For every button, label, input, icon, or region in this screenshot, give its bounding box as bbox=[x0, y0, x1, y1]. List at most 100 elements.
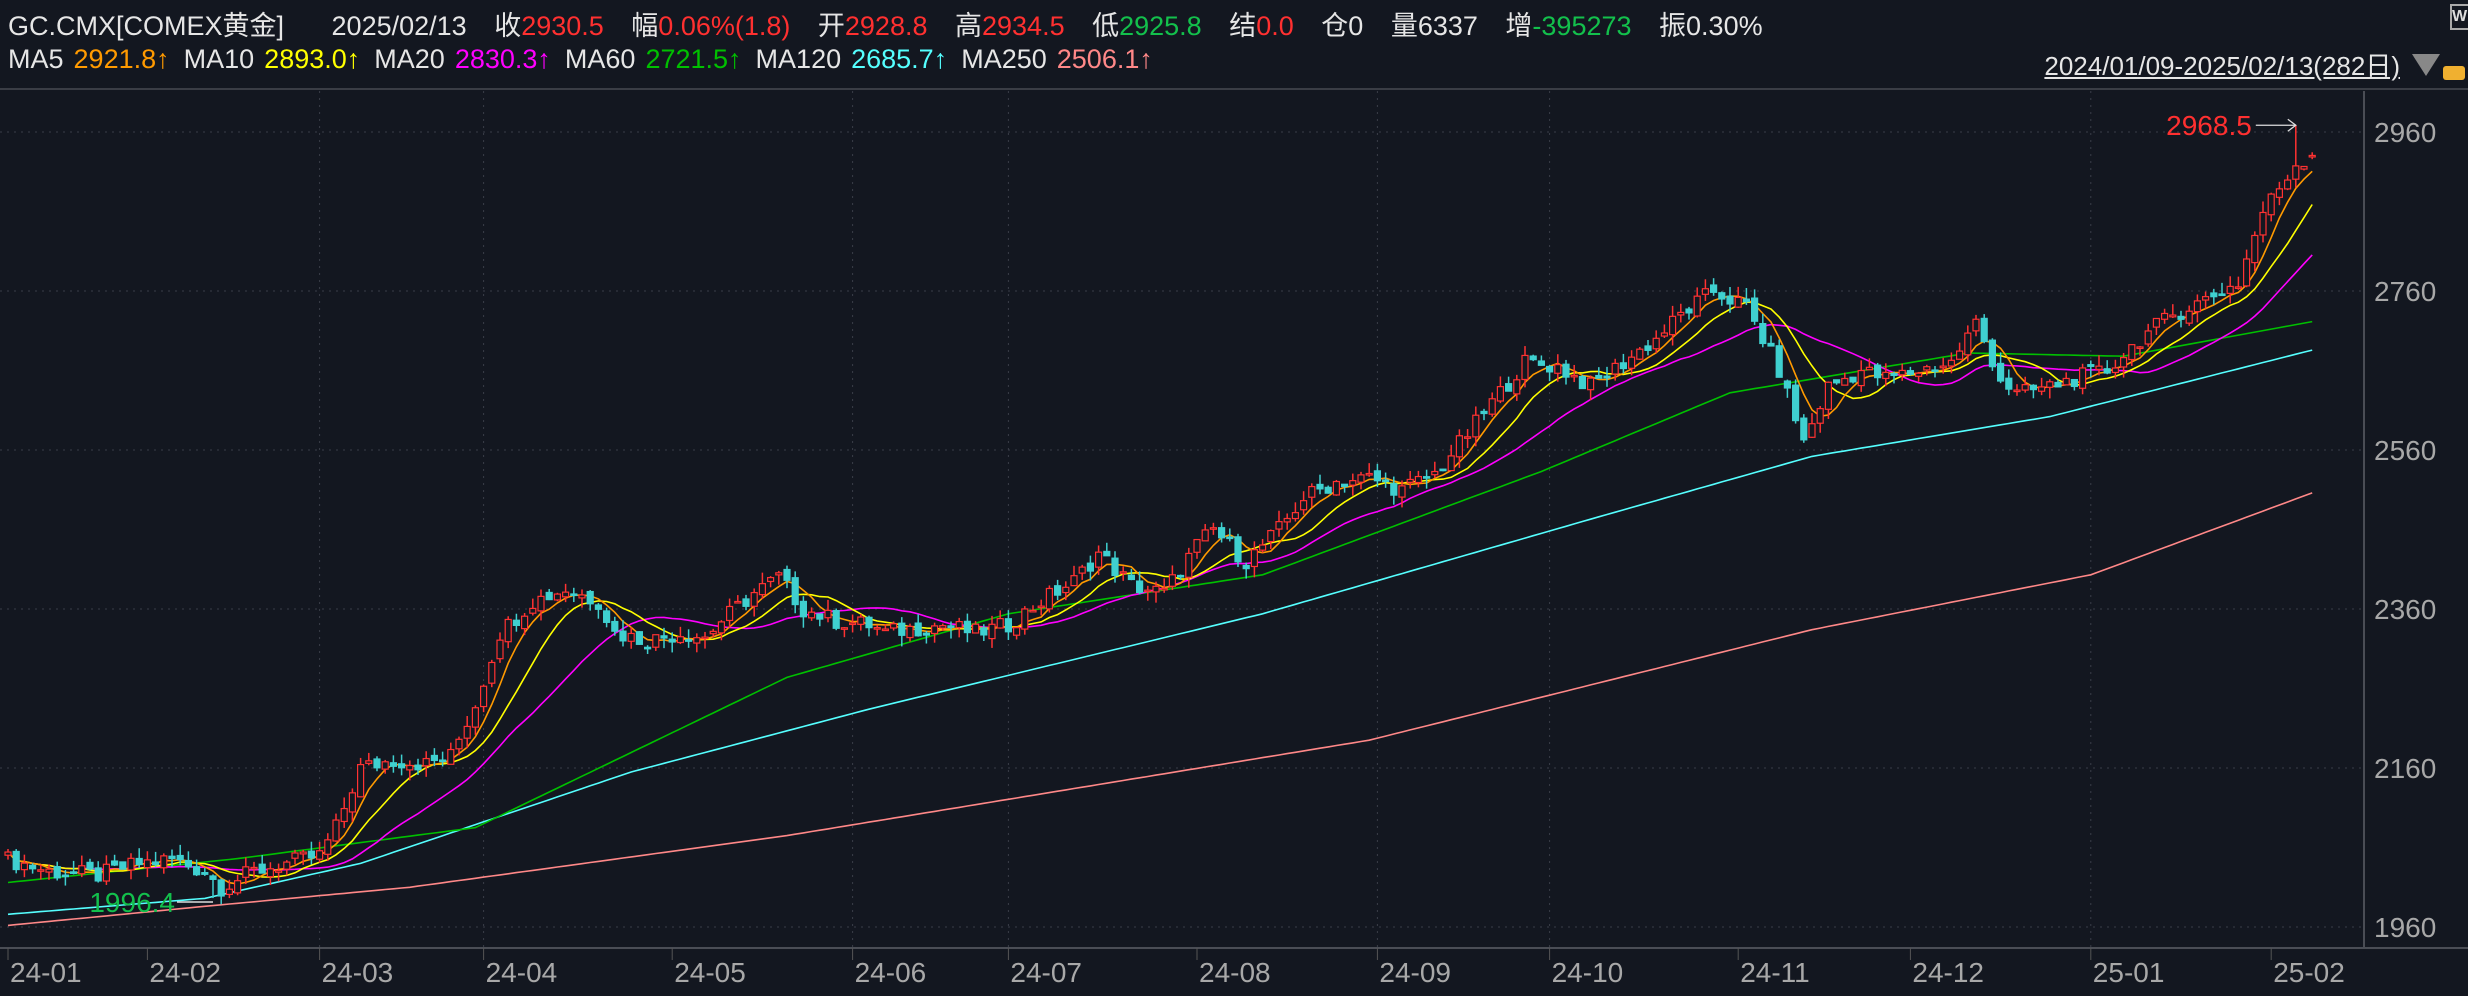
candle[interactable] bbox=[857, 613, 865, 631]
candle[interactable] bbox=[1012, 627, 1021, 640]
candle[interactable] bbox=[2185, 305, 2193, 326]
candle[interactable] bbox=[2193, 294, 2201, 323]
candle[interactable] bbox=[1332, 479, 1341, 496]
candle[interactable] bbox=[1267, 529, 1275, 549]
candle[interactable] bbox=[2267, 192, 2275, 222]
candle[interactable] bbox=[1209, 522, 1218, 535]
candle[interactable] bbox=[742, 594, 750, 611]
candle[interactable] bbox=[1578, 374, 1587, 390]
candle[interactable] bbox=[357, 757, 365, 798]
candle[interactable] bbox=[1193, 538, 1201, 559]
candle[interactable] bbox=[1504, 376, 1513, 392]
candle[interactable] bbox=[750, 588, 758, 617]
candle[interactable] bbox=[1422, 469, 1431, 489]
candle[interactable] bbox=[1037, 599, 1045, 616]
candle[interactable] bbox=[234, 874, 242, 896]
candle[interactable] bbox=[1627, 350, 1636, 376]
candle[interactable] bbox=[840, 626, 849, 638]
candle[interactable] bbox=[619, 620, 627, 647]
candle[interactable] bbox=[488, 659, 496, 688]
candle[interactable] bbox=[1980, 314, 1988, 344]
candle[interactable] bbox=[201, 868, 209, 876]
candle[interactable] bbox=[865, 615, 873, 637]
candle[interactable] bbox=[1791, 379, 1800, 424]
candle[interactable] bbox=[152, 851, 160, 868]
candle[interactable] bbox=[1652, 330, 1660, 354]
candle[interactable] bbox=[94, 861, 102, 883]
candle[interactable] bbox=[1849, 376, 1857, 384]
candle[interactable] bbox=[1431, 461, 1439, 479]
candle[interactable] bbox=[1414, 470, 1423, 488]
candle[interactable] bbox=[914, 614, 922, 637]
candle[interactable] bbox=[1406, 471, 1414, 489]
candle[interactable] bbox=[242, 857, 250, 885]
candle[interactable] bbox=[1636, 347, 1644, 361]
candle[interactable] bbox=[2177, 310, 2185, 328]
candle[interactable] bbox=[553, 592, 562, 602]
candle[interactable] bbox=[78, 855, 86, 878]
candle[interactable] bbox=[1324, 485, 1332, 494]
candle[interactable] bbox=[2210, 288, 2218, 305]
candle[interactable] bbox=[1045, 585, 1054, 613]
candle[interactable] bbox=[1062, 581, 1070, 601]
candle[interactable] bbox=[2243, 249, 2251, 288]
candle[interactable] bbox=[135, 848, 143, 869]
candle[interactable] bbox=[1127, 568, 1136, 581]
candle[interactable] bbox=[2300, 165, 2308, 171]
candle[interactable] bbox=[209, 874, 217, 899]
candle[interactable] bbox=[930, 622, 939, 643]
candle[interactable] bbox=[258, 855, 266, 874]
candle[interactable] bbox=[635, 631, 644, 645]
candle[interactable] bbox=[693, 633, 701, 653]
candle[interactable] bbox=[1480, 408, 1488, 421]
candle[interactable] bbox=[1775, 339, 1783, 378]
candle[interactable] bbox=[266, 862, 274, 886]
candle[interactable] bbox=[1103, 542, 1111, 557]
candle[interactable] bbox=[69, 860, 78, 875]
candle[interactable] bbox=[324, 833, 332, 861]
candle[interactable] bbox=[1135, 571, 1144, 595]
candle[interactable] bbox=[766, 576, 775, 588]
candle[interactable] bbox=[160, 853, 168, 874]
candle[interactable] bbox=[643, 645, 652, 654]
candle[interactable] bbox=[627, 627, 635, 649]
candle[interactable] bbox=[217, 878, 225, 905]
candle[interactable] bbox=[373, 756, 381, 772]
candle[interactable] bbox=[2103, 360, 2111, 375]
candle[interactable] bbox=[1783, 379, 1792, 398]
candle[interactable] bbox=[1021, 606, 1029, 635]
candle[interactable] bbox=[1185, 547, 1193, 588]
candle[interactable] bbox=[2046, 379, 2054, 399]
candle[interactable] bbox=[2308, 152, 2316, 160]
candle[interactable] bbox=[2275, 181, 2283, 206]
candle[interactable] bbox=[1800, 414, 1808, 443]
candle[interactable] bbox=[1537, 355, 1546, 366]
candle[interactable] bbox=[1349, 473, 1357, 496]
candle[interactable] bbox=[873, 624, 881, 636]
candle[interactable] bbox=[1291, 502, 1300, 522]
candle[interactable] bbox=[1258, 538, 1267, 553]
candle[interactable] bbox=[1455, 429, 1464, 468]
candle[interactable] bbox=[2087, 360, 2095, 378]
candle[interactable] bbox=[2005, 369, 2013, 396]
candle[interactable] bbox=[340, 797, 348, 828]
candle[interactable] bbox=[1078, 564, 1086, 580]
candle[interactable] bbox=[29, 863, 37, 874]
candle[interactable] bbox=[906, 623, 914, 642]
candle[interactable] bbox=[512, 613, 521, 632]
candle[interactable] bbox=[832, 608, 840, 631]
candle[interactable] bbox=[2202, 291, 2210, 309]
candle[interactable] bbox=[1964, 325, 1972, 362]
candle[interactable] bbox=[1562, 359, 1570, 385]
candle[interactable] bbox=[1308, 483, 1316, 508]
candle[interactable] bbox=[996, 610, 1004, 629]
candle[interactable] bbox=[1701, 279, 1710, 301]
candle[interactable] bbox=[1488, 392, 1496, 417]
candle[interactable] bbox=[570, 587, 578, 603]
candle[interactable] bbox=[2259, 201, 2267, 243]
candle[interactable] bbox=[1283, 513, 1291, 530]
candle[interactable] bbox=[734, 595, 742, 604]
candle[interactable] bbox=[1734, 286, 1742, 308]
candle[interactable] bbox=[963, 613, 972, 643]
candle[interactable] bbox=[422, 751, 430, 777]
